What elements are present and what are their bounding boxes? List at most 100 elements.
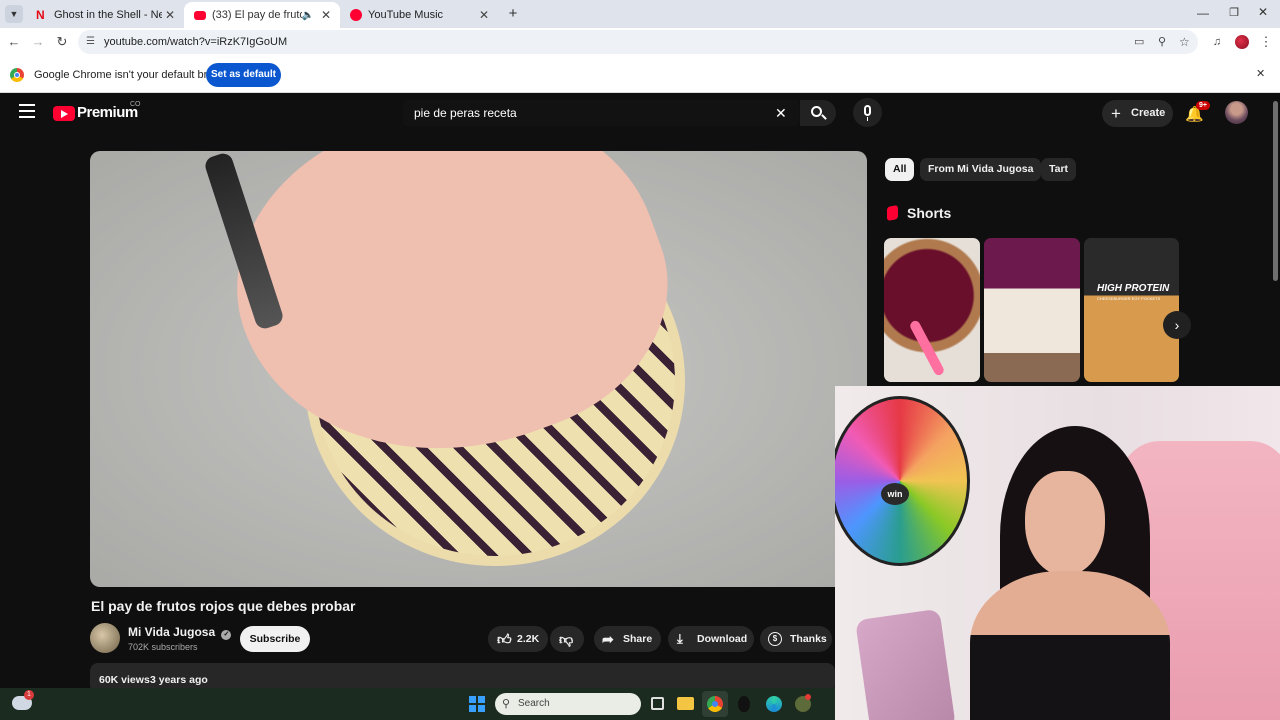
- create-button[interactable]: + Create: [1102, 100, 1173, 127]
- shorts-heading: Shorts: [907, 205, 952, 221]
- download-label: Download: [697, 633, 748, 645]
- minimize-icon[interactable]: —: [1196, 6, 1210, 20]
- profile-avatar[interactable]: [1235, 35, 1249, 49]
- create-label: Create: [1131, 107, 1166, 119]
- default-browser-infobar: Google Chrome isn't your default browser…: [0, 57, 1280, 93]
- close-infobar-icon[interactable]: ✕: [1256, 67, 1265, 80]
- chip-tart[interactable]: Tart: [1041, 158, 1077, 181]
- site-info-icon[interactable]: ☰: [86, 30, 95, 54]
- voice-search-button[interactable]: [853, 98, 882, 127]
- tab-title: YouTube Music: [368, 9, 444, 21]
- channel-name-text: Mi Vida Jugosa: [128, 625, 216, 639]
- taskbar-search-placeholder: Search: [518, 698, 550, 709]
- dislike-button[interactable]: 👎︎: [550, 626, 584, 652]
- webcam-overlay: win: [835, 386, 1280, 720]
- close-window-icon[interactable]: ✕: [1256, 5, 1270, 19]
- tab-netflix[interactable]: N Ghost in the Shell - Netflix ✕: [26, 2, 184, 28]
- shorts-icon: [887, 205, 898, 221]
- back-icon[interactable]: ←: [4, 32, 24, 52]
- share-arrow-icon: ➦: [602, 631, 614, 647]
- bookmark-star-icon[interactable]: ☆: [1179, 30, 1190, 54]
- thanks-label: Thanks: [790, 633, 827, 645]
- channel-name[interactable]: Mi Vida Jugosa ✓: [128, 625, 232, 640]
- chip-from-channel[interactable]: From Mi Vida Jugosa: [920, 158, 1042, 181]
- youtube-play-icon: [53, 106, 75, 121]
- edge-icon[interactable]: [766, 696, 782, 712]
- account-avatar[interactable]: [1225, 101, 1248, 124]
- like-button[interactable]: 👍︎ 2.2K: [488, 626, 548, 652]
- chevron-down-icon: ▼: [9, 9, 19, 19]
- chrome-icon: [10, 68, 24, 82]
- wheel-label: win: [881, 483, 909, 505]
- tab-search-button[interactable]: ▼: [5, 5, 23, 23]
- prize-wheel-image: win: [835, 396, 970, 566]
- search-icon: ⚲: [502, 698, 511, 710]
- search-button[interactable]: [800, 100, 836, 126]
- video-player[interactable]: [90, 151, 867, 587]
- download-button[interactable]: ⤓ Download: [668, 626, 754, 652]
- hamburger-menu-icon[interactable]: [19, 104, 35, 118]
- clear-search-icon[interactable]: ✕: [775, 100, 787, 126]
- channel-avatar[interactable]: [90, 623, 120, 653]
- set-default-button[interactable]: Set as default: [206, 63, 281, 87]
- restore-icon[interactable]: ❐: [1227, 6, 1241, 20]
- new-tab-button[interactable]: +: [504, 5, 522, 23]
- tab-strip: ▼ N Ghost in the Shell - Netflix ✕ (33) …: [0, 0, 1280, 28]
- video-title: El pay de frutos rojos que debes probar: [91, 598, 356, 614]
- weather-widget-icon[interactable]: 1: [12, 690, 34, 710]
- short-overlay-title: HIGH PROTEIN: [1097, 283, 1170, 294]
- spoon-image: [908, 319, 946, 377]
- streamer-face-image: [1025, 471, 1105, 576]
- alien-app-icon[interactable]: [738, 696, 750, 712]
- page-scrollbar[interactable]: [1272, 93, 1280, 383]
- short-thumbnail-1[interactable]: [884, 238, 980, 382]
- netflix-icon: N: [36, 8, 45, 22]
- tab-title: Ghost in the Shell - Netflix: [54, 9, 162, 21]
- verified-icon: ✓: [221, 630, 232, 640]
- short-overlay-subtitle: CHEESEBURGER EGY POCKETS: [1097, 296, 1161, 301]
- taskbar-search-input[interactable]: ⚲ Search: [495, 693, 641, 715]
- url-text: youtube.com/watch?v=iRzK7IgGoUM: [104, 36, 288, 48]
- chrome-taskbar-icon[interactable]: [702, 691, 728, 717]
- reload-icon[interactable]: ↻: [52, 32, 72, 52]
- tab-youtube-video[interactable]: (33) El pay de frutos rojos q 🔈 ✕: [184, 2, 340, 28]
- close-tab-icon[interactable]: ✕: [318, 8, 334, 22]
- close-tab-icon[interactable]: ✕: [162, 8, 178, 22]
- start-windows-icon[interactable]: [469, 696, 485, 712]
- task-view-icon[interactable]: [651, 697, 664, 710]
- search-input[interactable]: pie de peras receta ✕: [403, 100, 799, 126]
- close-tab-icon[interactable]: ✕: [476, 8, 492, 22]
- short-thumbnail-3[interactable]: HIGH PROTEIN CHEESEBURGER EGY POCKETS: [1084, 238, 1179, 382]
- thumbs-down-icon: 👎︎: [559, 631, 574, 647]
- youtube-logo[interactable]: Premium CO: [53, 101, 163, 126]
- share-label: Share: [623, 633, 653, 645]
- view-count: 60K views: [99, 674, 150, 686]
- speaker-icon[interactable]: 🔈: [302, 10, 314, 21]
- chevron-right-icon: ›: [1174, 317, 1180, 333]
- youtube-icon: [194, 10, 206, 20]
- tab-youtube-music[interactable]: YouTube Music ✕: [340, 2, 498, 28]
- menu-kebab-icon[interactable]: ⋮: [1256, 32, 1276, 52]
- shorts-next-button[interactable]: ›: [1163, 311, 1191, 339]
- subscribe-button[interactable]: Subscribe: [240, 626, 310, 652]
- cast-icon[interactable]: ▭: [1134, 30, 1144, 54]
- share-button[interactable]: ➦ Share: [594, 626, 661, 652]
- forward-icon[interactable]: →: [28, 32, 48, 52]
- tab-title: (33) El pay de frutos rojos q: [212, 9, 302, 21]
- microphone-icon: [864, 105, 871, 116]
- file-explorer-icon[interactable]: [677, 697, 694, 710]
- notifications-button[interactable]: 🔔 9+: [1183, 101, 1210, 126]
- logo-premium-text: Premium: [77, 104, 138, 121]
- browser-toolbar: ← → ↻ ☰ youtube.com/watch?v=iRzK7IgGoUM …: [0, 28, 1280, 57]
- chip-all[interactable]: All: [885, 158, 915, 181]
- address-bar[interactable]: ☰ youtube.com/watch?v=iRzK7IgGoUM ▭ ⚲ ☆: [78, 30, 1198, 54]
- phone-image: [855, 608, 956, 720]
- short-thumbnail-2[interactable]: [984, 238, 1080, 382]
- windows-taskbar: 1 ⚲ Search: [0, 688, 835, 720]
- thanks-button[interactable]: $ Thanks: [760, 626, 832, 652]
- store-app-icon[interactable]: [795, 694, 811, 712]
- search-query: pie de peras receta: [414, 106, 517, 120]
- subscriber-count: 702K subscribers: [128, 642, 198, 652]
- media-controls-icon[interactable]: ♫: [1207, 32, 1227, 52]
- zoom-icon[interactable]: ⚲: [1158, 30, 1166, 54]
